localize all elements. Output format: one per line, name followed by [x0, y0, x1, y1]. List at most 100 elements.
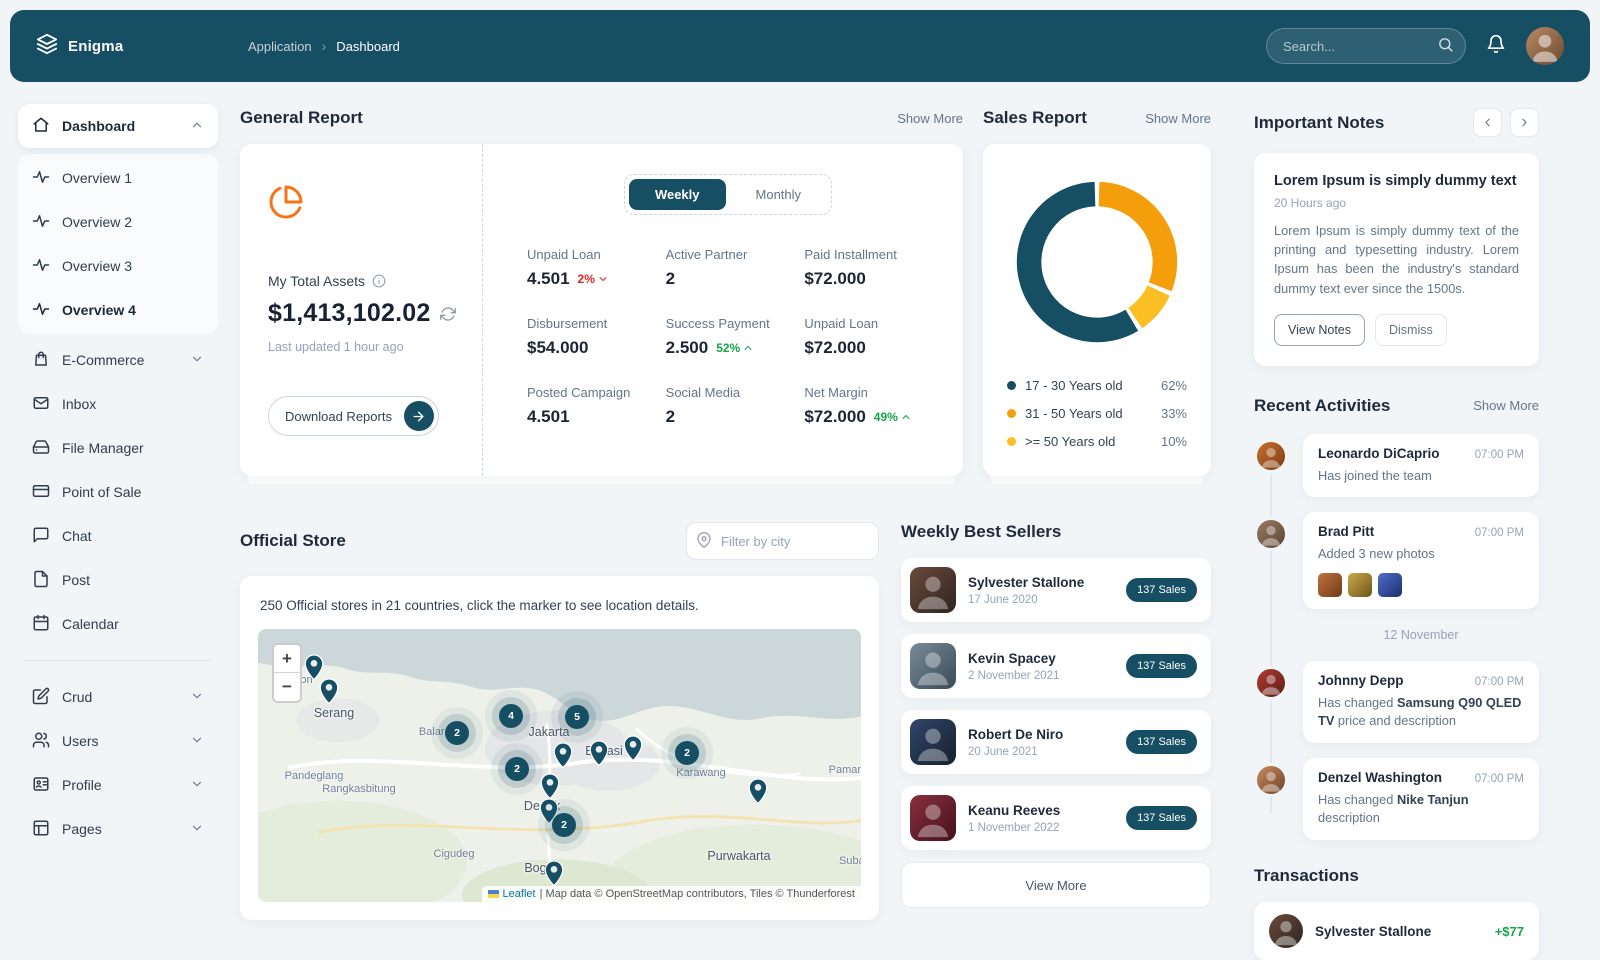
- sidebar-item-overview-1[interactable]: Overview 1: [18, 156, 218, 200]
- sidebar-item-crud[interactable]: Crud: [18, 675, 218, 719]
- store-cluster-marker[interactable]: 2: [505, 757, 529, 781]
- sidebar-item-calendar[interactable]: Calendar: [18, 602, 218, 646]
- refresh-icon[interactable]: [440, 306, 456, 322]
- breadcrumb-application[interactable]: Application: [248, 39, 312, 54]
- search-icon[interactable]: [1437, 36, 1454, 58]
- store-cluster-marker[interactable]: 5: [565, 705, 589, 729]
- search-input[interactable]: [1266, 28, 1466, 64]
- activity-photo-thumbnail[interactable]: [1348, 573, 1372, 597]
- activities-show-more[interactable]: Show More: [1473, 398, 1539, 413]
- chevron-left-icon: [1481, 116, 1494, 129]
- sales-badge: 137 Sales: [1126, 730, 1197, 754]
- credit-card-icon: [32, 482, 50, 503]
- activity-item: Leonardo DiCaprio07:00 PM Has joined the…: [1303, 434, 1539, 498]
- store-map-pin[interactable]: [623, 735, 643, 762]
- sidebar-item-pages[interactable]: Pages: [18, 807, 218, 851]
- seller-row: Keanu Reeves 1 November 2022 137 Sales: [901, 786, 1211, 850]
- activity-icon: [32, 256, 50, 277]
- notes-prev-button[interactable]: [1473, 108, 1502, 137]
- note-body: Lorem Ipsum is simply dummy text of the …: [1274, 221, 1519, 298]
- store-map-pin[interactable]: [540, 773, 560, 800]
- sidebar-item-inbox[interactable]: Inbox: [18, 382, 218, 426]
- store-map-pin[interactable]: [544, 860, 564, 887]
- store-map[interactable]: Cilegon Serang Balaraja Jakarta Bekasi K…: [258, 629, 861, 902]
- chevron-up-icon: [900, 411, 912, 423]
- activity-item: Brad Pitt07:00 PM Added 3 new photos: [1303, 512, 1539, 609]
- dismiss-button[interactable]: Dismiss: [1375, 314, 1447, 346]
- sidebar-item-post[interactable]: Post: [18, 558, 218, 602]
- delta-badge[interactable]: 2%: [578, 272, 609, 286]
- stat-cell: Unpaid Loan 4.501 2%: [527, 247, 652, 289]
- store-description: 250 Official stores in 21 countries, cli…: [260, 598, 859, 613]
- legend-dot: [1007, 409, 1016, 418]
- sidebar-item-overview-2[interactable]: Overview 2: [18, 200, 218, 244]
- activity-avatar: [1254, 517, 1288, 551]
- legend-item: 17 - 30 Years old 62%: [1007, 378, 1187, 393]
- chevron-down-icon: [190, 777, 204, 794]
- brand-logo[interactable]: Enigma: [36, 33, 248, 60]
- user-avatar[interactable]: [1526, 27, 1564, 65]
- right-sidebar: Important Notes Lorem Ipsum is simply du…: [1254, 82, 1539, 960]
- store-map-pin[interactable]: [553, 742, 573, 769]
- info-icon[interactable]: [372, 274, 386, 288]
- id-card-icon: [32, 775, 50, 796]
- store-cluster-marker[interactable]: 2: [552, 813, 576, 837]
- monthly-tab[interactable]: Monthly: [730, 179, 828, 210]
- view-more-button[interactable]: View More: [901, 862, 1211, 908]
- sales-report-show-more[interactable]: Show More: [1145, 111, 1211, 126]
- delta-badge[interactable]: 52%: [716, 341, 754, 355]
- sidebar-item-dashboard[interactable]: Dashboard: [18, 104, 218, 148]
- download-reports-button[interactable]: Download Reports: [268, 396, 439, 436]
- file-text-icon: [32, 570, 50, 591]
- activity-avatar: [1254, 666, 1288, 700]
- store-cluster-marker[interactable]: 2: [675, 741, 699, 765]
- stat-cell: Net Margin $72.000 49%: [804, 385, 929, 427]
- total-assets-value: $1,413,102.02: [268, 299, 430, 328]
- official-store-title: Official Store: [240, 531, 346, 551]
- sidebar: Dashboard Overview 1 Overview 2 Overview…: [8, 82, 240, 851]
- activity-photo-thumbnail[interactable]: [1318, 573, 1342, 597]
- main-content: General Report Show More My Total Assets: [240, 82, 1211, 920]
- weekly-tab[interactable]: Weekly: [629, 179, 726, 210]
- store-cluster-marker[interactable]: 2: [445, 721, 469, 745]
- leaflet-link[interactable]: Leaflet: [503, 888, 536, 900]
- sales-badge: 137 Sales: [1126, 654, 1197, 678]
- notification-bell-icon[interactable]: [1486, 34, 1506, 59]
- notes-next-button[interactable]: [1510, 108, 1539, 137]
- store-map-pin[interactable]: [748, 778, 768, 805]
- sidebar-item-chat[interactable]: Chat: [18, 514, 218, 558]
- view-notes-button[interactable]: View Notes: [1274, 314, 1365, 346]
- sidebar-item-ecommerce[interactable]: E-Commerce: [18, 338, 218, 382]
- sidebar-submenu: Overview 1 Overview 2 Overview 3 Overvie…: [18, 154, 218, 334]
- zoom-in-button[interactable]: +: [274, 645, 300, 673]
- sidebar-item-profile[interactable]: Profile: [18, 763, 218, 807]
- sidebar-item-point-of-sale[interactable]: Point of Sale: [18, 470, 218, 514]
- filter-by-city-input[interactable]: [686, 522, 879, 560]
- delta-badge[interactable]: 49%: [874, 410, 912, 424]
- users-icon: [32, 731, 50, 752]
- legend-dot: [1007, 381, 1016, 390]
- store-map-pin[interactable]: [304, 654, 324, 681]
- assets-updated-text: Last updated 1 hour ago: [268, 340, 454, 354]
- breadcrumb-dashboard[interactable]: Dashboard: [336, 39, 400, 54]
- sidebar-item-overview-3[interactable]: Overview 3: [18, 244, 218, 288]
- general-report-show-more[interactable]: Show More: [897, 111, 963, 126]
- activity-photo-thumbnail[interactable]: [1378, 573, 1402, 597]
- hard-drive-icon: [32, 438, 50, 459]
- store-map-pin[interactable]: [319, 678, 339, 705]
- edit-icon: [32, 687, 50, 708]
- inbox-icon: [32, 394, 50, 415]
- store-map-pin[interactable]: [589, 740, 609, 767]
- zoom-out-button[interactable]: −: [274, 673, 300, 701]
- sidebar-item-file-manager[interactable]: File Manager: [18, 426, 218, 470]
- sidebar-item-overview-4[interactable]: Overview 4: [18, 288, 218, 332]
- store-cluster-marker[interactable]: 4: [499, 704, 523, 728]
- chevron-right-icon: ›: [322, 38, 327, 54]
- sidebar-item-users[interactable]: Users: [18, 719, 218, 763]
- legend-item: >= 50 Years old 10%: [1007, 434, 1187, 449]
- seller-photo: [910, 567, 956, 613]
- topbar: Enigma Application › Dashboard: [10, 10, 1590, 82]
- seller-row: Robert De Niro 20 June 2021 137 Sales: [901, 710, 1211, 774]
- map-pin-icon: [696, 532, 712, 553]
- ukraine-flag-icon: [488, 890, 499, 898]
